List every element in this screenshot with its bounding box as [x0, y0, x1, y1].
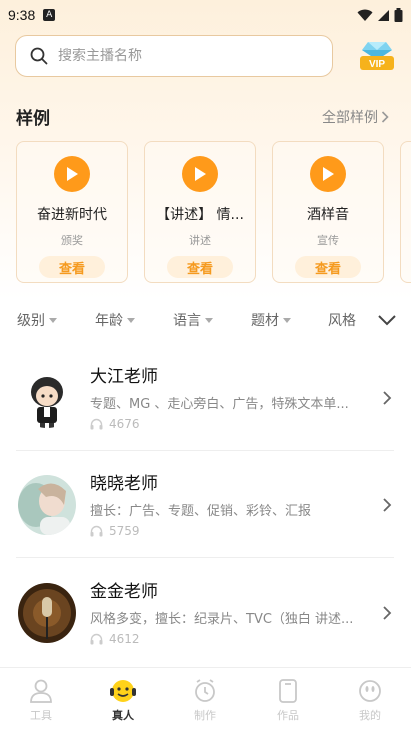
samples-title: 样例 — [16, 109, 50, 129]
dropdown-arrow-icon — [49, 317, 57, 323]
all-samples-label: 全部样例 — [322, 110, 378, 126]
filter-label: 风格 — [328, 313, 356, 329]
filter-style[interactable]: 风格 — [328, 310, 356, 330]
teacher-name: 晓晓老师 — [90, 474, 158, 494]
teacher-list-item[interactable]: 大江老师 专题、MG 、走心旁白、广告，特殊文本单... 4676 — [0, 350, 411, 450]
search-input[interactable] — [58, 48, 298, 64]
expand-filters-icon[interactable] — [377, 312, 397, 328]
filter-topic[interactable]: 题材 — [251, 310, 291, 330]
bottom-tab-bar: 工具 真人 制作 作品 我的 — [0, 667, 411, 730]
headphones-icon — [90, 633, 103, 645]
vip-diamond-icon[interactable]: VIP — [358, 40, 396, 72]
teacher-description: 风格多变，擅长：纪录片、TVC（独白 讲述... — [90, 612, 354, 627]
divider — [16, 557, 394, 558]
alarm-clock-icon — [195, 679, 215, 702]
face-icon — [359, 680, 381, 702]
sample-tag: 宣传 — [317, 234, 339, 247]
person-icon — [30, 679, 52, 703]
wifi-icon — [357, 9, 373, 21]
sample-cards: 奋进新时代 颁奖 查看 【讲述】 情... 讲述 查看 酒样音 宣传 查看 — [16, 141, 411, 283]
play-count: 5759 — [90, 524, 140, 538]
tab-label: 工具 — [30, 709, 52, 722]
view-button[interactable]: 查看 — [167, 256, 233, 278]
teacher-description: 专题、MG 、走心旁白、广告，特殊文本单... — [90, 397, 349, 412]
sample-card[interactable]: 酒样音 宣传 查看 — [272, 141, 384, 283]
sample-name: 奋进新时代 — [37, 207, 107, 223]
play-button[interactable] — [182, 156, 218, 192]
sample-card-partial[interactable] — [400, 141, 411, 283]
play-count: 4676 — [90, 417, 140, 431]
play-count-value: 5759 — [109, 524, 140, 538]
sample-name: 酒样音 — [307, 207, 349, 223]
tab-real-person[interactable]: 真人 — [93, 678, 153, 723]
svg-text:VIP: VIP — [369, 59, 385, 70]
signal-icon — [378, 9, 389, 21]
search-icon — [30, 47, 48, 65]
search-bar[interactable] — [15, 35, 333, 77]
chevron-right-icon — [383, 498, 392, 512]
filter-bar: 级别 年龄 语言 题材 风格 — [0, 310, 411, 332]
filter-level[interactable]: 级别 — [17, 310, 57, 330]
headphones-icon — [90, 418, 103, 430]
play-button[interactable] — [310, 156, 346, 192]
dropdown-arrow-icon — [127, 317, 135, 323]
teacher-list-item[interactable]: 晓晓老师 擅长：广告、专题、促销、彩铃、汇报 5759 — [0, 457, 411, 557]
play-count: 4612 — [90, 632, 140, 646]
avatar — [18, 368, 76, 428]
sample-card[interactable]: 【讲述】 情... 讲述 查看 — [144, 141, 256, 283]
tab-label: 真人 — [112, 709, 134, 722]
teacher-list-item[interactable]: 金金老师 风格多变，擅长：纪录片、TVC（独白 讲述... 4612 — [0, 565, 411, 665]
play-icon — [323, 167, 334, 181]
teacher-name: 金金老师 — [90, 582, 158, 602]
sample-tag: 颁奖 — [61, 234, 83, 247]
filter-language[interactable]: 语言 — [173, 310, 213, 330]
tab-mine[interactable]: 我的 — [340, 678, 400, 723]
tab-tools[interactable]: 工具 — [11, 678, 71, 723]
tab-produce[interactable]: 制作 — [175, 678, 235, 723]
play-icon — [67, 167, 78, 181]
play-icon — [195, 167, 206, 181]
sample-tag: 讲述 — [189, 234, 211, 247]
battery-icon — [394, 8, 403, 22]
avatar — [18, 583, 76, 643]
filter-age[interactable]: 年龄 — [95, 310, 135, 330]
filter-label: 级别 — [17, 313, 45, 329]
chevron-right-icon — [383, 391, 392, 405]
status-icons — [357, 8, 403, 22]
status-bar: 9:38 A — [0, 0, 411, 30]
sample-card[interactable]: 奋进新时代 颁奖 查看 — [16, 141, 128, 283]
tab-label: 作品 — [277, 709, 299, 722]
smiley-headset-icon — [110, 680, 136, 702]
play-button[interactable] — [54, 156, 90, 192]
view-button[interactable]: 查看 — [295, 256, 361, 278]
view-button[interactable]: 查看 — [39, 256, 105, 278]
chevron-right-icon — [381, 111, 389, 123]
teacher-description: 擅长：广告、专题、促销、彩铃、汇报 — [90, 504, 312, 519]
phone-icon — [279, 679, 297, 703]
play-count-value: 4612 — [109, 632, 140, 646]
divider — [16, 450, 394, 451]
chevron-right-icon — [383, 606, 392, 620]
avatar — [18, 475, 76, 535]
tab-label: 我的 — [359, 709, 381, 722]
teacher-name: 大江老师 — [90, 367, 158, 387]
dropdown-arrow-icon — [205, 317, 213, 323]
filter-label: 年龄 — [95, 313, 123, 329]
filter-label: 题材 — [251, 313, 279, 329]
tab-works[interactable]: 作品 — [258, 678, 318, 723]
dropdown-arrow-icon — [283, 317, 291, 323]
play-count-value: 4676 — [109, 417, 140, 431]
tab-label: 制作 — [194, 709, 216, 722]
filter-label: 语言 — [173, 313, 201, 329]
all-samples-link[interactable]: 全部样例 — [322, 107, 389, 127]
notification-app-icon: A — [43, 9, 56, 21]
headphones-icon — [90, 525, 103, 537]
status-time: 9:38 — [8, 7, 36, 23]
sample-name: 【讲述】 情... — [156, 207, 244, 223]
